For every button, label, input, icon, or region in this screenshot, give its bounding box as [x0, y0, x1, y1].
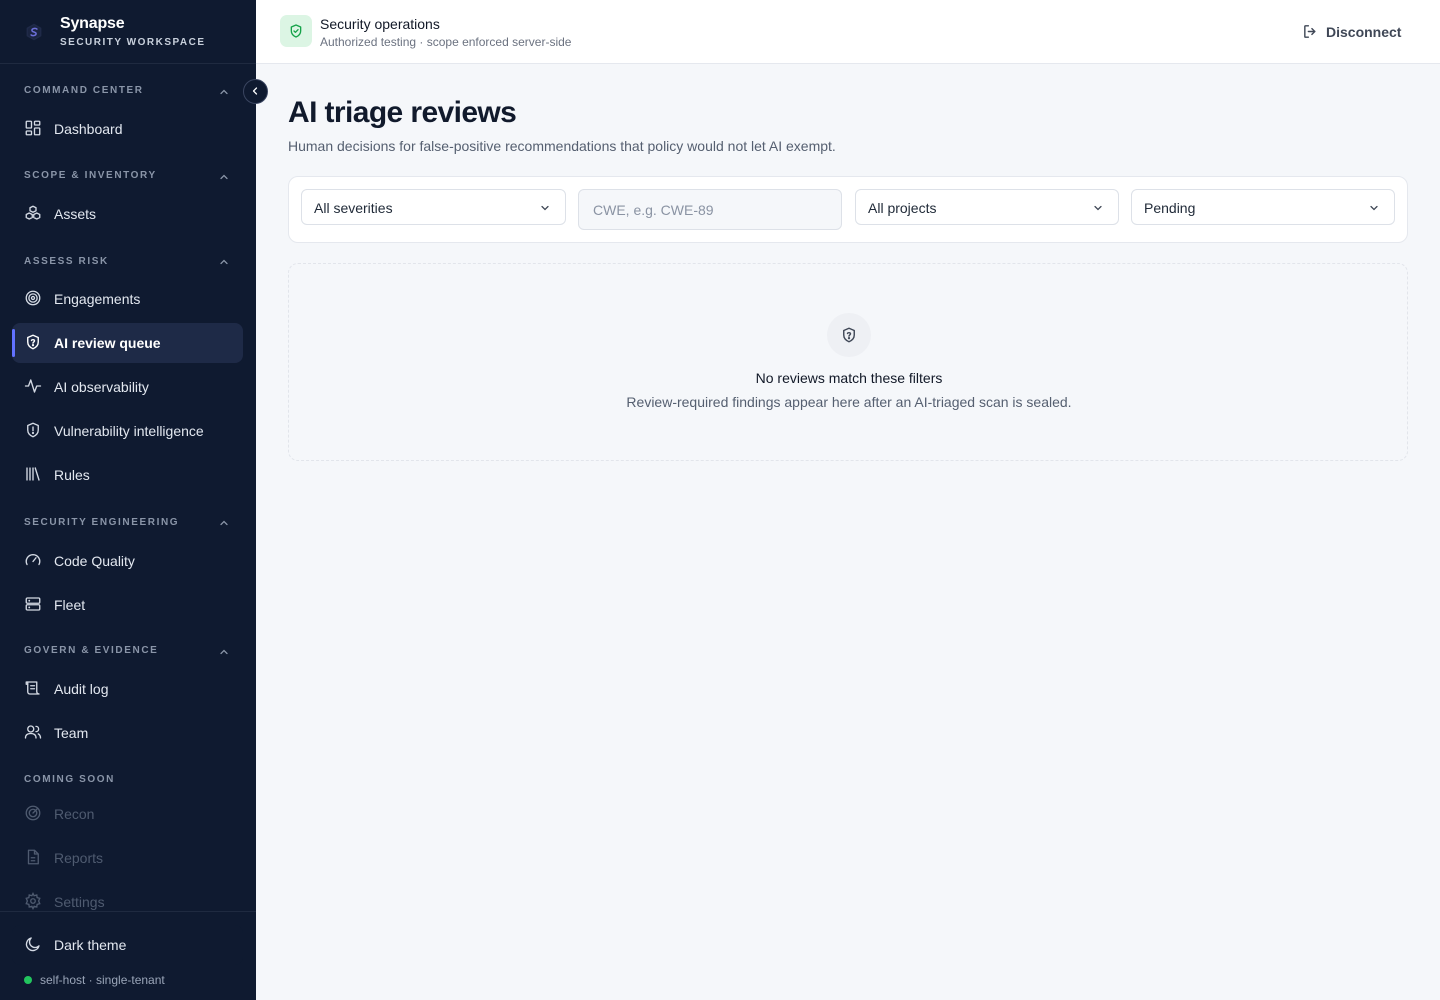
sidebar-item-label: Settings	[54, 894, 105, 910]
chevron-down-icon	[1370, 205, 1378, 211]
synapse-logo-icon	[26, 23, 42, 41]
log-out-icon	[1304, 25, 1316, 38]
section-label-security-engineering: SECURITY ENGINEERING	[24, 517, 180, 528]
sidebar-item-recon: Recon	[12, 794, 243, 834]
sidebar-item-label: Reports	[54, 850, 104, 866]
theme-toggle-label: Dark theme	[54, 937, 127, 953]
sidebar-item-reports: Reports	[12, 838, 243, 878]
sidebar-item-label: Audit log	[54, 681, 109, 697]
shield-check-icon	[280, 15, 312, 47]
sidebar-item-label: AI review queue	[54, 335, 161, 351]
sidebar-item-label: AI observability	[54, 379, 149, 395]
sidebar-item-ai-observability[interactable]: AI observability	[12, 367, 243, 407]
sidebar-item-dashboard[interactable]: Dashboard	[12, 109, 243, 149]
page-subtitle: Human decisions for false-positive recom…	[288, 138, 836, 154]
deployment-status: self-host · single-tenant	[40, 973, 165, 987]
moon-icon	[25, 937, 40, 952]
disconnect-label: Disconnect	[1326, 24, 1402, 40]
sidebar-item-label: Team	[54, 725, 89, 741]
sidebar-item-code-quality[interactable]: Code Quality	[12, 541, 243, 581]
sidebar-item-team[interactable]: Team	[12, 713, 243, 753]
sidebar: Synapse SECURITY WORKSPACE COMMAND CENTE…	[0, 0, 268, 1000]
chevron-up-icon[interactable]	[218, 517, 230, 529]
section-label-scope-inventory: SCOPE & INVENTORY	[24, 170, 157, 181]
status-dot	[24, 976, 32, 984]
status-select[interactable]: Pending	[1131, 189, 1395, 225]
sidebar-item-label: Code Quality	[54, 553, 135, 569]
target-icon	[25, 290, 41, 306]
sidebar-item-engagements[interactable]: Engagements	[12, 279, 243, 319]
sidebar-item-rules[interactable]: Rules	[12, 455, 243, 495]
cwe-filter-input[interactable]	[578, 189, 842, 230]
brand-subtitle: SECURITY WORKSPACE	[60, 37, 206, 48]
chevron-up-icon[interactable]	[218, 86, 230, 98]
sidebar-item-label: Rules	[54, 467, 90, 483]
sidebar-item-vulnerability-intelligence[interactable]: Vulnerability intelligence	[12, 411, 243, 451]
section-label-command-center: COMMAND CENTER	[24, 85, 144, 96]
dashboard-icon	[25, 120, 41, 136]
status-select-value: Pending	[1144, 200, 1196, 216]
sidebar-item-audit-log[interactable]: Audit log	[12, 669, 243, 709]
topbar: Security operations Authorized testing ·…	[256, 0, 1440, 64]
chevron-left-icon	[252, 87, 258, 95]
section-label-govern-evidence: GOVERN & EVIDENCE	[24, 645, 159, 656]
shield-question-icon	[827, 313, 871, 357]
sidebar-item-label: Fleet	[54, 597, 86, 613]
sidebar-item-fleet[interactable]: Fleet	[12, 585, 243, 625]
chevron-up-icon[interactable]	[218, 171, 230, 183]
severity-select[interactable]: All severities	[301, 189, 566, 225]
disconnect-button[interactable]: Disconnect	[1302, 22, 1412, 42]
sidebar-item-ai-review-queue[interactable]: AI review queue	[12, 323, 243, 363]
shield-alert-icon	[27, 422, 39, 438]
project-select-value: All projects	[868, 200, 937, 216]
scroll-icon	[25, 681, 40, 695]
workspace-title: Security operations	[320, 16, 440, 32]
empty-state-subtitle: Review-required findings appear here aft…	[626, 394, 1072, 410]
activity-icon	[24, 379, 42, 393]
sidebar-item-label: Dashboard	[54, 121, 123, 137]
sidebar-item-assets[interactable]: Assets	[12, 194, 243, 234]
file-text-icon	[27, 849, 39, 865]
page-title: AI triage reviews	[288, 96, 517, 129]
section-label-assess-risk: ASSESS RISK	[24, 256, 109, 267]
empty-state-title: No reviews match these filters	[755, 370, 943, 386]
workspace-subtitle: Authorized testing · scope enforced serv…	[320, 35, 572, 49]
chevron-down-icon	[1094, 205, 1102, 211]
shield-question-icon	[27, 334, 39, 350]
collapse-sidebar-button[interactable]	[243, 79, 268, 104]
gear-icon	[25, 892, 41, 910]
project-select[interactable]: All projects	[855, 189, 1119, 225]
sidebar-item-label: Engagements	[54, 291, 141, 307]
theme-toggle-button[interactable]: Dark theme	[12, 925, 243, 965]
brand-name: Synapse	[60, 15, 125, 32]
boxes-icon	[25, 205, 41, 220]
chevron-up-icon[interactable]	[218, 256, 230, 268]
users-icon	[24, 725, 42, 739]
empty-state: No reviews match these filters Review-re…	[288, 263, 1408, 461]
chevron-down-icon	[541, 205, 549, 211]
radar-icon	[25, 805, 41, 821]
brand: Synapse SECURITY WORKSPACE	[0, 0, 256, 64]
filter-bar: All severities All projects Pending	[288, 176, 1408, 243]
sidebar-item-label: Recon	[54, 806, 95, 822]
sidebar-item-label: Vulnerability intelligence	[54, 423, 204, 439]
gauge-icon	[25, 554, 41, 566]
sidebar-item-label: Assets	[54, 206, 97, 222]
library-icon	[26, 467, 40, 481]
server-icon	[25, 597, 41, 611]
severity-select-value: All severities	[314, 200, 393, 216]
chevron-up-icon[interactable]	[218, 646, 230, 658]
section-label-coming-soon: COMING SOON	[24, 774, 115, 785]
